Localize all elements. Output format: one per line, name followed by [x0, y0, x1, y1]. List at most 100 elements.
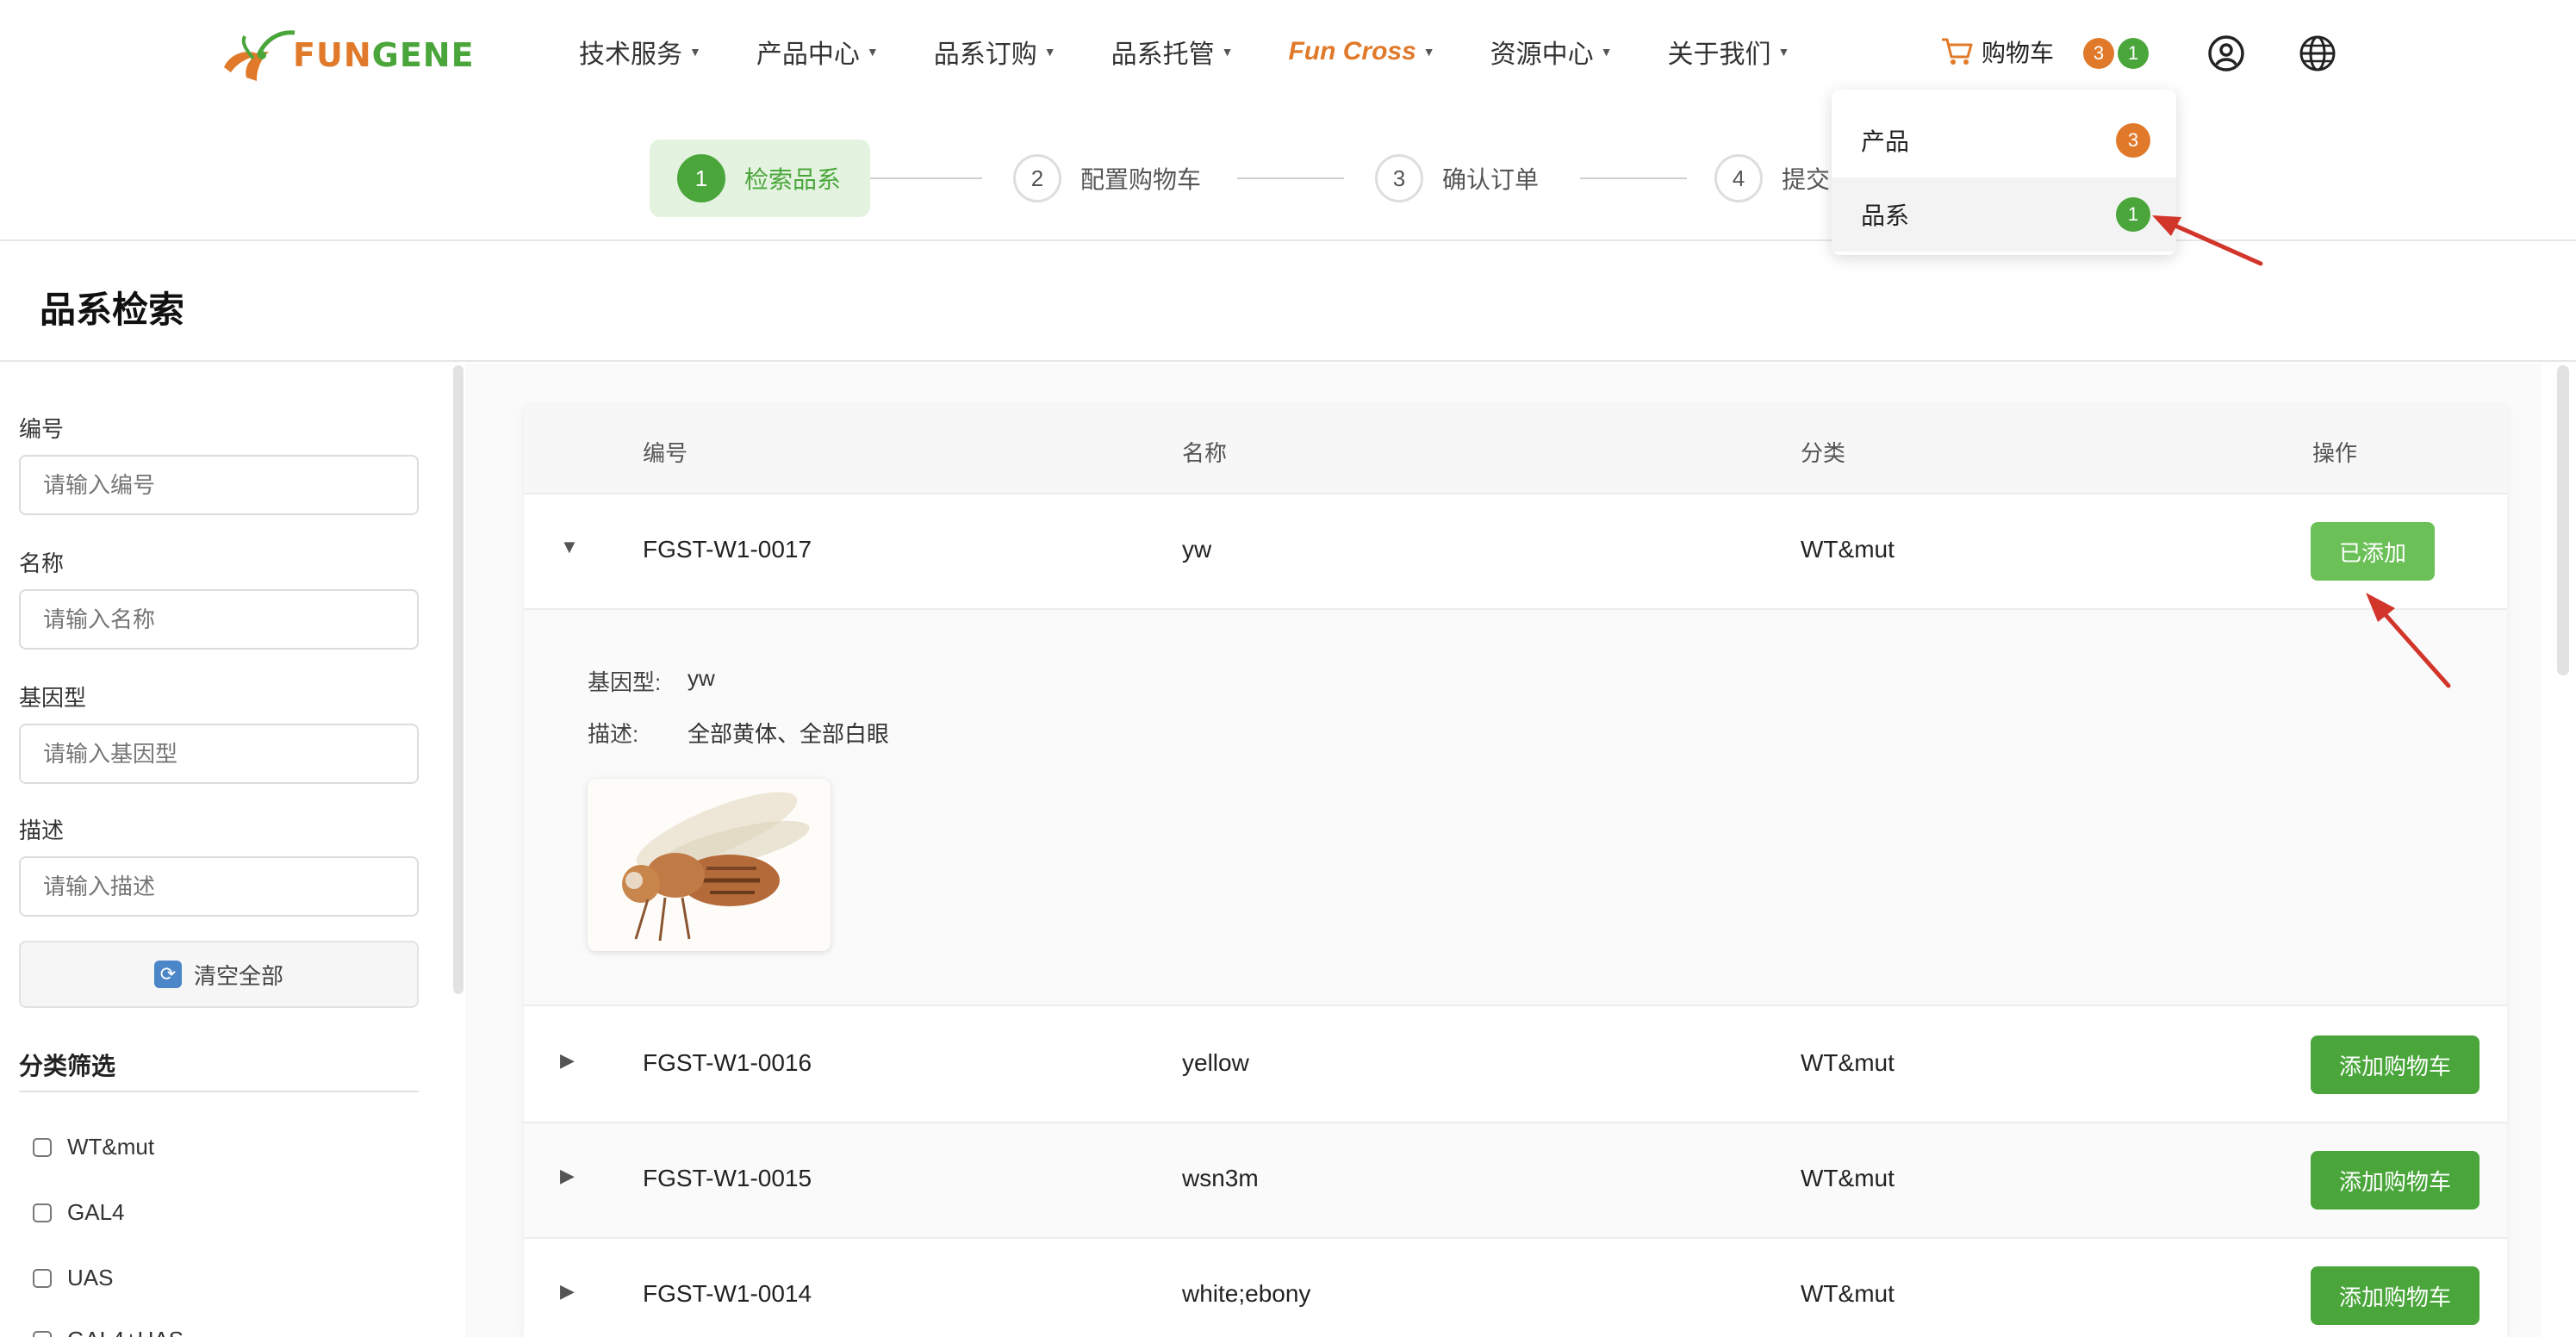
strain-category: WT&mut	[1801, 1165, 1895, 1191]
strain-name: white;ebony	[1182, 1280, 1311, 1307]
checkbox[interactable]	[33, 1330, 52, 1337]
nav-item-products[interactable]: 产品中心 ▼	[756, 33, 879, 71]
refresh-icon: ⟳	[153, 961, 182, 988]
category-filter-title: 分类筛选	[19, 1053, 116, 1079]
expand-arrow-icon[interactable]: ▶	[560, 1049, 575, 1072]
dropdown-count-badge: 3	[2116, 123, 2150, 158]
fly-logo-icon	[224, 30, 296, 81]
caret-down-icon: ▼	[1600, 45, 1613, 59]
table-row: ▶ FGST-W1-0015 wsn3m WT&mut 添加购物车	[524, 1123, 2507, 1239]
category-checkbox-uas[interactable]: UAS	[33, 1265, 113, 1291]
step-label: 检索品系	[744, 166, 842, 193]
step-connector	[1580, 177, 1687, 179]
user-account-icon[interactable]	[2207, 34, 2245, 77]
nav-item-strain-hosting[interactable]: 品系托管 ▼	[1111, 33, 1234, 71]
divider	[19, 1091, 419, 1092]
nav-item-resources[interactable]: 资源中心 ▼	[1490, 33, 1613, 71]
caret-down-icon: ▼	[1422, 45, 1435, 59]
strain-category: WT&mut	[1801, 536, 1895, 563]
genotype-filter-input[interactable]	[19, 724, 419, 784]
description-label: 描述:	[588, 721, 639, 747]
clear-all-button[interactable]: ⟳ 清空全部	[19, 941, 419, 1008]
main-scrollbar[interactable]	[2557, 365, 2569, 675]
checkbox[interactable]	[33, 1203, 52, 1222]
step-connector	[1237, 177, 1344, 179]
genotype-filter-label: 基因型	[19, 685, 87, 711]
description-filter-input[interactable]	[19, 856, 419, 917]
step-confirm-order[interactable]: 3 确认订单	[1375, 140, 1539, 217]
strain-name: wsn3m	[1182, 1165, 1259, 1191]
strain-category: WT&mut	[1801, 1280, 1895, 1307]
clear-all-label: 清空全部	[193, 962, 283, 989]
dropdown-item-label: 产品	[1861, 128, 1910, 155]
name-filter-input[interactable]	[19, 589, 419, 650]
column-header-name: 名称	[1182, 440, 1228, 466]
strain-id: FGST-W1-0017	[643, 536, 812, 563]
step-label: 确认订单	[1442, 166, 1540, 193]
cart-button[interactable]: 购物车	[1940, 34, 2054, 69]
nav-item-strain-order[interactable]: 品系订购 ▼	[934, 33, 1056, 71]
cart-label: 购物车	[1982, 40, 2055, 66]
strain-id: FGST-W1-0014	[643, 1280, 812, 1307]
cart-dropdown: 产品 3 品系 1	[1832, 90, 2176, 255]
description-filter-label: 描述	[19, 818, 65, 843]
nav-item-fun-cross[interactable]: Fun Cross ▼	[1288, 33, 1434, 71]
expand-arrow-icon[interactable]: ▶	[560, 1280, 575, 1303]
annotation-arrow-icon	[2152, 215, 2263, 266]
column-header-action: 操作	[2312, 440, 2358, 466]
cart-strain-count-badge: 1	[2118, 38, 2149, 69]
table-row: ▶ FGST-W1-0014 white;ebony WT&mut 添加购物车	[524, 1239, 2507, 1337]
language-globe-icon[interactable]	[2299, 34, 2336, 77]
add-to-cart-button[interactable]: 添加购物车	[2311, 1151, 2480, 1210]
id-filter-label: 编号	[19, 416, 65, 442]
step-number: 4	[1714, 154, 1763, 202]
cart-dropdown-item-strains[interactable]: 品系 1	[1832, 177, 2176, 252]
cart-product-count-badge: 3	[2083, 38, 2114, 69]
step-label: 提交	[1782, 166, 1831, 193]
top-header: FUNGENE 技术服务 ▼ 产品中心 ▼ 品系订购 ▼ 品系托管 ▼ Fun Cros…	[0, 0, 2576, 241]
main-nav: 技术服务 ▼ 产品中心 ▼ 品系订购 ▼ 品系托管 ▼ Fun Cross ▼ 资源中心 ▼…	[579, 33, 1845, 71]
strain-table: 编号 名称 分类 操作 ▼ FGST-W1-0017 yw WT&mut 已添加…	[524, 405, 2507, 1337]
cart-badges: 3 1	[2083, 38, 2149, 69]
cart-dropdown-item-products[interactable]: 产品 3	[1832, 103, 2176, 177]
checkbox[interactable]	[33, 1137, 52, 1157]
genotype-value: yw	[688, 665, 715, 691]
strain-category: WT&mut	[1801, 1049, 1895, 1076]
cart-icon	[1942, 38, 1973, 65]
nav-item-tech-service[interactable]: 技术服务 ▼	[579, 33, 701, 71]
table-row: ▼ FGST-W1-0017 yw WT&mut 已添加	[524, 494, 2507, 610]
fungene-logo[interactable]: FUNGENE	[212, 17, 474, 90]
caret-down-icon: ▼	[1221, 45, 1234, 59]
added-button[interactable]: 已添加	[2311, 522, 2435, 581]
strain-name: yw	[1182, 536, 1212, 563]
step-number: 3	[1375, 154, 1423, 202]
category-checkbox-gal4-uas[interactable]: GAL4+UAS	[33, 1327, 184, 1337]
id-filter-input[interactable]	[19, 455, 419, 515]
annotation-arrow-icon	[2366, 593, 2451, 688]
table-header: 编号 名称 分类 操作	[524, 405, 2507, 494]
fruit-fly-image[interactable]	[588, 779, 831, 951]
step-submit[interactable]: 4 提交	[1714, 140, 1830, 217]
step-configure-cart[interactable]: 2 配置购物车	[1013, 140, 1201, 217]
category-checkbox-wt-mut[interactable]: WT&mut	[33, 1134, 154, 1160]
nav-item-about[interactable]: 关于我们 ▼	[1668, 33, 1790, 71]
step-number: 1	[677, 154, 725, 202]
checkbox[interactable]	[33, 1268, 52, 1288]
sidebar-scrollbar[interactable]	[453, 365, 464, 994]
strain-name: yellow	[1182, 1049, 1249, 1076]
description-value: 全部黄体、全部白眼	[688, 721, 890, 747]
expanded-row-details: 基因型: yw 描述: 全部黄体、全部白眼	[524, 610, 2507, 1006]
page-title: 品系检索	[40, 289, 185, 330]
step-connector	[870, 177, 982, 179]
collapse-arrow-icon[interactable]: ▼	[560, 536, 579, 558]
genotype-label: 基因型:	[588, 669, 662, 695]
caret-down-icon: ▼	[866, 45, 879, 59]
strain-id: FGST-W1-0016	[643, 1049, 812, 1076]
step-search-strain[interactable]: 1 检索品系	[650, 140, 871, 217]
add-to-cart-button[interactable]: 添加购物车	[2311, 1035, 2480, 1094]
expand-arrow-icon[interactable]: ▶	[560, 1165, 575, 1187]
add-to-cart-button[interactable]: 添加购物车	[2311, 1266, 2480, 1325]
caret-down-icon: ▼	[689, 45, 701, 59]
category-checkbox-gal4[interactable]: GAL4	[33, 1199, 125, 1226]
step-label: 配置购物车	[1080, 166, 1202, 193]
